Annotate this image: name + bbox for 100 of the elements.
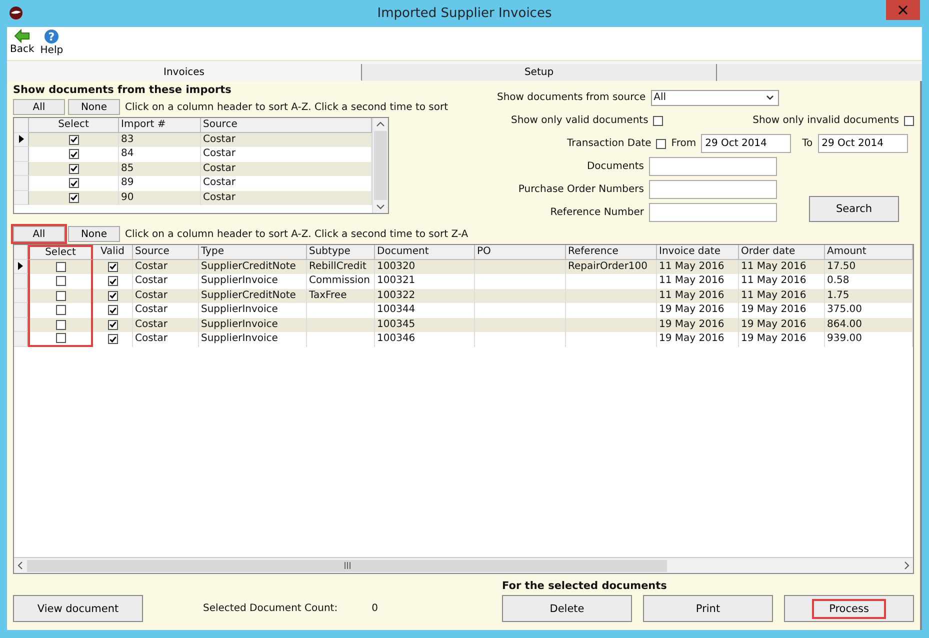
table-cell: Costar [135,290,168,300]
table-cell: 100344 [377,304,416,315]
source-dropdown[interactable]: All [650,90,779,106]
table-cell: 83 [121,134,134,144]
chevron-down-icon [766,95,774,100]
column-header[interactable]: Subtype [307,245,375,260]
checkbox[interactable] [68,164,78,174]
action-button[interactable]: Print [643,595,773,622]
checkbox[interactable] [56,276,66,286]
column-header[interactable]: Source [201,118,372,133]
table-cell: SupplierCreditNote [201,260,296,272]
action-button[interactable]: Process [784,595,914,622]
section-heading: For the selected documents [502,580,668,592]
column-header[interactable]: Source [133,245,199,260]
checkbox[interactable] [68,149,78,160]
table-cell: 19 May 2016 [741,333,806,344]
table-cell: SupplierInvoice [201,304,278,315]
date-field[interactable]: 29 Oct 2014 [818,134,908,153]
help-icon: ? [44,29,60,44]
column-header[interactable]: Type [199,245,307,260]
table-cell: 11 May 2016 [659,275,724,286]
column-header[interactable]: Valid [93,245,133,260]
close-button[interactable] [886,0,920,20]
scroll-left-icon[interactable] [17,561,23,570]
table-cell: Costar [135,275,168,286]
toolbar-button[interactable]: Back [10,29,34,58]
table-cell: RepairOrder100 [568,260,648,272]
column-header[interactable]: Order date [739,245,825,260]
checkbox[interactable] [56,305,66,316]
table-cell: 100322 [377,290,416,300]
table-cell: 0.58 [827,275,850,286]
checkbox[interactable] [56,333,66,344]
table-cell: 939.00 [827,333,862,344]
checkbox[interactable] [68,134,78,145]
table-cell: 864.00 [827,318,862,330]
tab[interactable]: Setup [362,64,717,81]
sort-hint: Click on a column header to sort A-Z. Click a second time to sort Z-A [125,228,468,240]
checkbox[interactable] [56,290,66,301]
table-cell: 11 May 2016 [741,290,806,300]
input-field[interactable] [649,157,777,176]
table-cell: 19 May 2016 [659,333,724,344]
input-field[interactable] [649,203,777,222]
input-field[interactable] [649,180,777,199]
table-cell: Costar [135,318,168,330]
checkbox[interactable] [68,192,78,203]
table-cell: SupplierInvoice [201,333,278,344]
checkbox[interactable] [56,320,66,330]
column-header[interactable]: Select [28,245,93,260]
current-row-icon [18,262,23,270]
checkbox[interactable] [656,138,666,148]
column-header[interactable]: Select [29,118,119,133]
toolbar-button[interactable]: ? Help [40,29,64,58]
table-cell: 100345 [377,318,416,330]
row-header[interactable] [14,260,28,274]
column-header[interactable]: Document [375,245,475,260]
action-button[interactable]: Delete [502,595,632,622]
select-button[interactable]: None [68,226,120,242]
table-cell: RebillCredit [309,260,366,272]
field-label: To [802,138,813,149]
view-document-button[interactable]: View document [13,595,143,622]
field-label: Purchase Order Numbers [518,184,644,195]
vertical-scrollbar[interactable] [372,118,388,213]
checkbox[interactable] [56,262,66,272]
select-button[interactable]: All [13,226,65,242]
table-cell: 90 [121,192,134,202]
scroll-up-icon[interactable] [376,121,385,127]
grip-icon[interactable] [344,562,350,569]
count-label: Selected Document Count: [203,603,338,614]
date-field[interactable]: 29 Oct 2014 [701,134,792,153]
table-cell: 19 May 2016 [659,304,724,315]
current-row-icon [18,135,24,144]
horizontal-scrollbar[interactable] [14,557,913,573]
column-header[interactable]: PO [475,245,566,260]
field-label: Reference Number [550,207,644,218]
column-header[interactable]: Reference [566,245,657,260]
table-cell: 19 May 2016 [659,318,724,330]
scroll-right-icon[interactable] [904,561,910,570]
table-cell: 100346 [377,333,416,344]
checkbox[interactable] [904,116,914,126]
table-cell: Costar [135,260,168,272]
scroll-down-icon[interactable] [376,204,385,210]
select-button[interactable]: None [68,99,120,115]
column-header[interactable]: Amount [825,245,913,260]
table-cell: 89 [121,177,134,188]
table-cell: Costar [203,148,236,159]
search-button[interactable]: Search [809,196,899,222]
table-cell: 100321 [377,275,416,286]
field-label: Show documents from source [497,92,646,103]
checkbox[interactable] [68,178,78,188]
column-header[interactable]: Invoice date [657,245,739,260]
table-cell: Costar [203,192,236,202]
table-cell: SupplierCreditNote [201,290,296,300]
checkbox[interactable] [653,116,664,126]
table-cell: SupplierInvoice [201,318,278,330]
table-cell: 17.50 [827,260,856,272]
row-header[interactable] [14,132,29,147]
app-logo-icon [9,6,23,20]
column-header[interactable]: Import # [119,118,201,133]
select-button[interactable]: All [13,99,65,115]
table-cell: Costar [135,333,168,344]
